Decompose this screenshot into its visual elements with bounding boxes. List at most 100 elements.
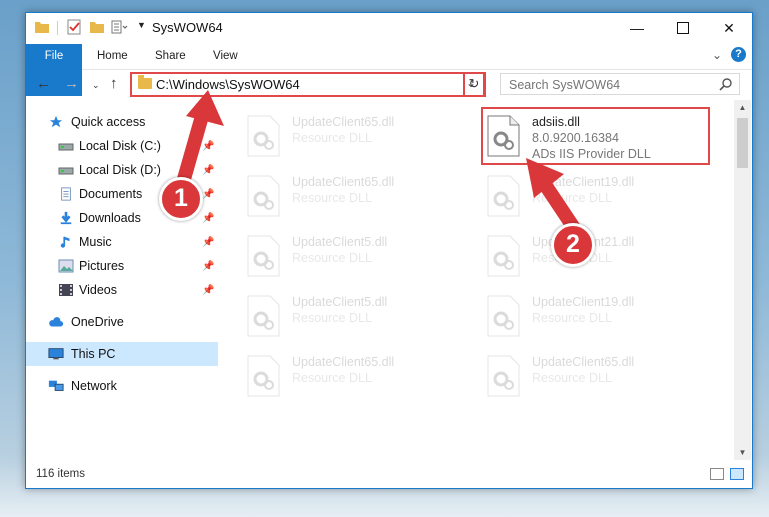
annotation-arrow-1	[175, 90, 224, 192]
sidebar-item-label: Local Disk (D:)	[79, 163, 161, 177]
file-type: Resource DLL	[292, 131, 372, 145]
network-icon	[48, 380, 64, 391]
file-name: UpdateClient19.dll	[532, 295, 635, 309]
file-item[interactable]: UpdateClient65.dll Resource DLL	[240, 111, 460, 163]
help-icon[interactable]: ?	[731, 47, 746, 62]
sidebar-item-music[interactable]: Music 📌	[26, 230, 218, 254]
close-button[interactable]: ✕	[706, 13, 752, 43]
download-icon	[60, 211, 72, 225]
file-type: Resource DLL	[292, 371, 372, 385]
search-icon	[719, 78, 732, 91]
dll-file-icon	[247, 235, 280, 277]
file-type: Resource DLL	[532, 311, 612, 325]
scrollbar-thumb[interactable]	[737, 118, 748, 168]
sidebar-item-network[interactable]: Network	[26, 374, 218, 398]
pin-icon[interactable]: 📌	[202, 285, 214, 296]
file-name: UpdateClient65.dll	[532, 355, 635, 369]
file-name: UpdateClient65.dll	[292, 115, 395, 129]
sidebar-item-label: Pictures	[79, 259, 125, 273]
forward-arrow-icon[interactable]: →	[64, 75, 79, 92]
sidebar-item-label: Music	[79, 235, 112, 249]
file-item[interactable]: UpdateClient65.dll Resource DLL	[480, 351, 700, 403]
file-name: UpdateClient5.dll	[292, 235, 388, 249]
star-icon	[49, 115, 63, 128]
minimize-button[interactable]: —	[614, 13, 660, 43]
title-bar: ▼ SysWOW64 — ✕	[26, 13, 752, 44]
cloud-icon	[49, 317, 64, 327]
file-type: Resource DLL	[292, 191, 372, 205]
sidebar-item-pictures[interactable]: Pictures 📌	[26, 254, 218, 278]
step-1-badge: 1	[159, 177, 203, 221]
item-count: 116 items	[36, 468, 86, 480]
sidebar-item-videos[interactable]: Videos 📌	[26, 278, 218, 302]
scroll-down-icon[interactable]: ▼	[734, 448, 751, 457]
file-type: Resource DLL	[532, 371, 612, 385]
vertical-scrollbar[interactable]: ▲ ▼	[734, 100, 751, 460]
search-box[interactable]	[500, 73, 740, 95]
sidebar-item-label: Network	[71, 379, 117, 393]
dll-file-icon	[487, 235, 520, 277]
details-view-icon[interactable]	[710, 468, 724, 480]
documents-icon	[61, 187, 71, 201]
recent-locations-icon[interactable]: ⌄	[92, 80, 100, 91]
file-name: UpdateClient65.dll	[292, 175, 395, 189]
sidebar-item-label: Documents	[79, 187, 143, 201]
tab-view[interactable]: View	[211, 44, 240, 68]
videos-icon	[59, 284, 73, 296]
file-item[interactable]: UpdateClient65.dll Resource DLL	[240, 351, 460, 403]
separator	[57, 21, 58, 35]
file-item[interactable]: UpdateClient5.dll Resource DLL	[240, 291, 460, 343]
expand-ribbon-icon[interactable]: ⌄	[712, 48, 722, 62]
dll-file-icon	[247, 175, 280, 217]
computer-icon	[48, 348, 64, 360]
properties-icon[interactable]	[66, 19, 82, 35]
file-name: UpdateClient65.dll	[292, 355, 395, 369]
new-folder-icon[interactable]	[89, 19, 105, 35]
up-arrow-icon[interactable]: ↑	[110, 75, 118, 92]
maximize-button[interactable]	[660, 13, 706, 43]
file-item[interactable]: UpdateClient65.dll Resource DLL	[240, 171, 460, 223]
file-type: Resource DLL	[292, 311, 372, 325]
scroll-up-icon[interactable]: ▲	[734, 103, 751, 112]
dll-file-icon	[247, 115, 280, 157]
back-arrow-icon[interactable]: ←	[36, 75, 51, 92]
sidebar-item-label: Quick access	[71, 115, 146, 129]
file-item[interactable]: UpdateClient5.dll Resource DLL	[240, 231, 460, 283]
large-icons-view-icon[interactable]	[730, 468, 744, 480]
search-input[interactable]	[507, 76, 711, 94]
sidebar-item-label: OneDrive	[71, 315, 124, 329]
dll-file-icon	[487, 355, 520, 397]
music-icon	[60, 236, 70, 248]
sidebar-item-this-pc[interactable]: This PC	[26, 342, 218, 366]
dll-file-icon	[247, 295, 280, 337]
sidebar-item-label: Local Disk (C:)	[79, 139, 161, 153]
pin-icon[interactable]: 📌	[202, 213, 214, 224]
drive-icon	[58, 167, 74, 175]
pictures-icon	[58, 259, 74, 273]
file-item[interactable]: UpdateClient19.dll Resource DLL	[480, 291, 700, 343]
tab-home[interactable]: Home	[95, 44, 130, 68]
sidebar-item-label: This PC	[71, 347, 116, 361]
navigation-bar: ← → ⌄ ↑ C:\Windows\SysWOW64 ⌄ ↻	[26, 70, 752, 100]
tab-share[interactable]: Share	[153, 44, 188, 68]
file-name: UpdateClient5.dll	[292, 295, 388, 309]
explorer-window: ▼ SysWOW64 — ✕ File Home Share View ⌄ ? …	[25, 12, 753, 489]
folder-icon	[35, 22, 49, 33]
sidebar-item-onedrive[interactable]: OneDrive	[26, 310, 218, 334]
drive-icon	[58, 143, 74, 151]
window-title: SysWOW64	[152, 20, 223, 35]
sidebar-item-label: Downloads	[79, 211, 141, 225]
refresh-button[interactable]: ↻	[463, 72, 485, 97]
sidebar-item-label: Videos	[79, 283, 117, 297]
step-2-badge: 2	[551, 223, 595, 267]
dll-file-icon	[487, 295, 520, 337]
ribbon: File Home Share View ⌄ ?	[26, 44, 752, 96]
pin-icon[interactable]: 📌	[202, 237, 214, 248]
pin-icon[interactable]: 📌	[202, 261, 214, 272]
customize-toolbar-icon[interactable]	[111, 19, 129, 35]
folder-icon	[138, 75, 152, 89]
dll-file-icon	[247, 355, 280, 397]
dll-file-icon	[487, 175, 520, 217]
file-type: Resource DLL	[292, 251, 372, 265]
dropdown-icon[interactable]: ▼	[137, 20, 146, 30]
